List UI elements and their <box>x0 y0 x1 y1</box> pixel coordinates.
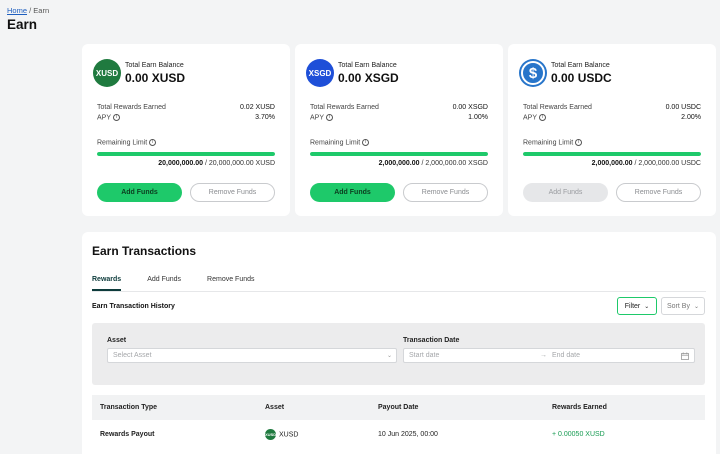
chevron-down-icon: ⌄ <box>644 303 650 310</box>
limit-values: 2,000,000.00 / 2,000,000.00 XSGD <box>379 160 488 167</box>
limit-values: 20,000,000.00 / 20,000,000.00 XUSD <box>158 160 275 167</box>
limit-total: / 20,000,000.00 XUSD <box>203 160 275 167</box>
rewards-label: Total Rewards Earned <box>97 104 166 111</box>
coin-text: XUSD <box>95 68 119 78</box>
asset-select[interactable]: Select Asset ⌄ <box>107 348 397 363</box>
info-icon[interactable]: i <box>149 139 157 146</box>
column-header: Payout Date <box>378 404 419 411</box>
limit-total: / 2,000,000.00 USDC <box>632 160 701 167</box>
sort-by-button[interactable]: Sort By ⌄ <box>661 297 705 315</box>
asset-placeholder: Select Asset <box>113 352 152 359</box>
limit-remaining: 2,000,000.00 <box>591 160 633 167</box>
limit-label: Remaining Limit <box>97 139 148 147</box>
tab-remove-funds[interactable]: Remove Funds <box>207 276 254 291</box>
transaction-type: Rewards Payout <box>100 431 155 438</box>
chevron-down-icon: ⌄ <box>693 303 699 310</box>
xusd-coin-icon: XUSD <box>265 429 276 440</box>
limit-progress-bar <box>310 152 488 156</box>
column-header: Transaction Type <box>100 404 158 411</box>
add-funds-button[interactable]: Add Funds <box>523 183 608 202</box>
rewards-value: 0.02 XUSD <box>239 104 275 111</box>
page-title: Earn <box>7 17 38 32</box>
arrow-right-icon: → <box>540 352 547 359</box>
balance-label: Total Earn Balance <box>551 61 610 69</box>
limit-progress-fill <box>97 152 275 156</box>
sort-label: Sort By <box>667 302 690 310</box>
coin-text: $ <box>528 64 538 82</box>
rewards-value: 0.00 XSGD <box>452 104 488 111</box>
limit-remaining: 20,000,000.00 <box>158 160 203 167</box>
breadcrumb: Home / Earn <box>7 6 49 15</box>
xsgd-coin-icon: XSGD <box>306 59 334 87</box>
column-header: Asset <box>265 404 285 411</box>
calendar-icon[interactable] <box>681 352 689 362</box>
info-icon[interactable]: i <box>575 139 583 146</box>
coin-text: XSGD <box>308 68 332 78</box>
start-date-placeholder: Start date <box>409 352 440 359</box>
date-range-picker[interactable]: Start date → End date <box>403 348 695 363</box>
limit-progress-bar <box>97 152 275 156</box>
limit-label: Remaining Limit <box>310 139 361 147</box>
tab-add-funds[interactable]: Add Funds <box>147 276 181 291</box>
breadcrumb-current: Earn <box>33 6 50 15</box>
asset-label: Asset <box>107 337 127 344</box>
limit-values: 2,000,000.00 / 2,000,000.00 USDC <box>592 160 701 167</box>
apy-value: 2.00% <box>681 114 701 121</box>
apy-label: APY <box>523 114 538 122</box>
remove-funds-button[interactable]: Remove Funds <box>403 183 488 202</box>
limit-progress-fill <box>310 152 488 156</box>
earn-card-usdc: $ Total Earn Balance 0.00 USDC Total Rew… <box>508 44 716 216</box>
add-funds-button[interactable]: Add Funds <box>97 183 182 202</box>
earn-transactions-panel: Earn Transactions Rewards Add Funds Remo… <box>82 232 716 454</box>
table-row: Rewards Payout XUSD XUSD 10 Jun 2025, 00:… <box>92 422 705 450</box>
info-icon[interactable]: i <box>113 114 121 121</box>
transaction-date-label: Transaction Date <box>403 337 460 344</box>
balance-amount: 0.00 XSGD <box>338 70 399 85</box>
usdc-coin-icon: $ <box>521 61 545 85</box>
info-icon[interactable]: i <box>326 114 334 121</box>
payout-date: 10 Jun 2025, 00:00 <box>378 431 438 438</box>
balance-amount: 0.00 USDC <box>551 70 612 85</box>
info-icon[interactable]: i <box>539 114 547 121</box>
end-date-placeholder: End date <box>552 352 581 359</box>
info-icon[interactable]: i <box>362 139 370 146</box>
table-header: Transaction Type Asset Payout Date Rewar… <box>92 395 705 420</box>
xusd-coin-icon: XUSD <box>93 59 121 87</box>
tab-rewards[interactable]: Rewards <box>92 276 122 291</box>
balance-amount: 0.00 XUSD <box>125 70 186 85</box>
balance-label: Total Earn Balance <box>125 61 184 69</box>
limit-label: Remaining Limit <box>523 139 574 147</box>
filter-button[interactable]: Filter ⌄ <box>617 297 657 315</box>
limit-progress-fill <box>523 152 701 156</box>
history-title: Earn Transaction History <box>92 303 175 310</box>
apy-value: 3.70% <box>255 114 275 121</box>
balance-label: Total Earn Balance <box>338 61 397 69</box>
chevron-down-icon: ⌄ <box>386 353 392 359</box>
add-funds-button[interactable]: Add Funds <box>310 183 395 202</box>
asset-cell: XUSD XUSD <box>265 429 298 440</box>
column-header: Rewards Earned <box>552 404 607 411</box>
rewards-label: Total Rewards Earned <box>310 104 379 111</box>
transactions-title: Earn Transactions <box>92 244 197 258</box>
apy-value: 1.00% <box>468 114 488 121</box>
asset-name: XUSD <box>279 431 299 439</box>
limit-total: / 2,000,000.00 XSGD <box>419 160 488 167</box>
earn-card-xusd: XUSD Total Earn Balance 0.00 XUSD Total … <box>82 44 290 216</box>
breadcrumb-home-link[interactable]: Home <box>7 6 27 15</box>
remove-funds-button[interactable]: Remove Funds <box>190 183 275 202</box>
apy-label: APY <box>310 114 325 122</box>
remove-funds-button[interactable]: Remove Funds <box>616 183 701 202</box>
breadcrumb-separator: / <box>29 6 32 15</box>
rewards-label: Total Rewards Earned <box>523 104 592 111</box>
transaction-tabs: Rewards Add Funds Remove Funds <box>92 276 706 292</box>
filter-label: Filter <box>624 302 641 310</box>
earn-card-xsgd: XSGD Total Earn Balance 0.00 XSGD Total … <box>295 44 503 216</box>
rewards-value: 0.00 USDC <box>665 104 701 111</box>
apy-label: APY <box>97 114 112 122</box>
limit-progress-bar <box>523 152 701 156</box>
limit-remaining: 2,000,000.00 <box>378 160 420 167</box>
filter-box: Asset Select Asset ⌄ Transaction Date St… <box>92 323 705 385</box>
rewards-earned: + 0.00050 XUSD <box>552 431 605 438</box>
